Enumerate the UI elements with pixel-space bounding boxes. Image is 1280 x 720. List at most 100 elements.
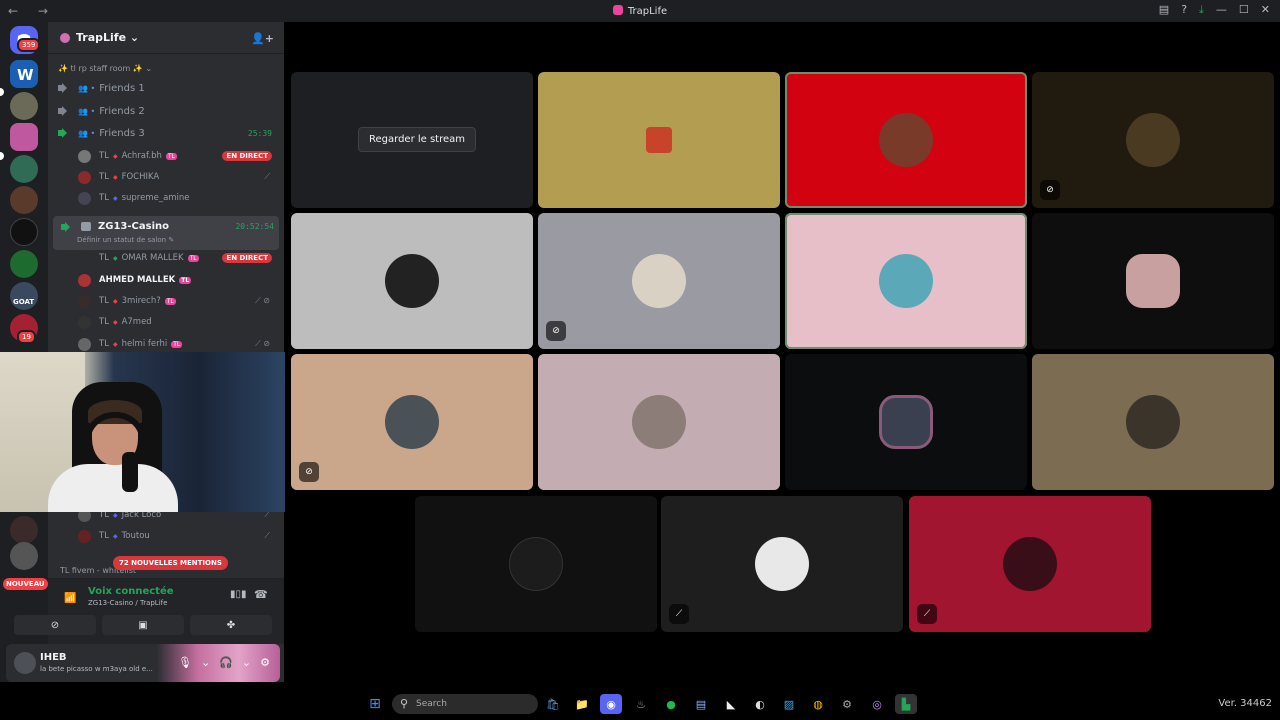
discord-taskbar-icon[interactable]: ◉ xyxy=(600,694,622,714)
help-icon[interactable]: ? xyxy=(1181,3,1187,17)
chevron-down-icon[interactable]: ⌄ xyxy=(242,656,251,669)
noise-suppression-icon[interactable]: ▮▯▮ xyxy=(230,589,247,600)
voice-user[interactable]: TL ◆ A7med xyxy=(78,313,276,331)
spotify-icon[interactable]: ● xyxy=(660,694,682,714)
server-icon-w[interactable]: W xyxy=(10,60,38,88)
avatar[interactable] xyxy=(14,652,36,674)
disconnect-icon[interactable]: ☎ xyxy=(254,588,268,601)
voice-user[interactable]: TL ◆ Toutou ⟋ xyxy=(78,527,276,545)
participant-tile[interactable]: ⟋ xyxy=(909,496,1151,632)
signal-icon[interactable]: 📶 xyxy=(64,593,76,604)
stream-tile[interactable]: Regarder le stream xyxy=(291,72,533,208)
close-button[interactable]: ✕ xyxy=(1261,3,1270,17)
participant-tile-speaking[interactable] xyxy=(785,72,1027,208)
avatar xyxy=(879,395,933,449)
photos-icon[interactable]: ▨ xyxy=(778,694,800,714)
avatar xyxy=(879,113,933,167)
activities-button[interactable]: ✤ xyxy=(190,615,272,635)
channel-timer: 25:39 xyxy=(247,128,272,138)
maximize-button[interactable]: ☐ xyxy=(1239,3,1249,17)
muted-deafened-icon: ⟋ ⊘ xyxy=(255,296,270,305)
voice-channel-friends-2[interactable]: 👥 • Friends 2 xyxy=(58,102,276,120)
server-icon[interactable] xyxy=(10,186,38,214)
voice-user[interactable]: TL ◆ OMAR MALLEK TL EN DIRECT xyxy=(78,249,276,267)
voice-user[interactable]: TL ◆ FOCHIKA ⟋ xyxy=(78,168,276,186)
participant-tile[interactable] xyxy=(538,72,780,208)
participant-tile[interactable] xyxy=(538,354,780,490)
server-icon[interactable] xyxy=(10,250,38,278)
avatar xyxy=(632,254,686,308)
inbox-icon[interactable]: ▤ xyxy=(1159,3,1169,17)
windows-start-icon[interactable]: ⊞ xyxy=(364,694,386,714)
avatar xyxy=(1126,254,1180,308)
username[interactable]: IHEB xyxy=(40,652,67,663)
version-label: Ver. 34462 xyxy=(1218,698,1272,709)
role-tag: TL xyxy=(179,276,192,284)
minimize-button[interactable]: — xyxy=(1216,3,1227,17)
voice-channel-zg13-casino[interactable]: ZG13-Casino Définir un statut de salon ✎… xyxy=(53,216,279,250)
camera-off-button[interactable]: ⊘ xyxy=(14,615,96,635)
participant-tile[interactable] xyxy=(291,213,533,349)
voice-user[interactable]: TL ◆ helmi ferhi TL ⟋ ⊘ xyxy=(78,335,276,353)
category-header[interactable]: ✨ tl rp staff room ✨ ⌄ xyxy=(58,64,152,73)
badge-icon: ◆ xyxy=(112,254,118,262)
microphone-icon[interactable]: 🎙 xyxy=(178,656,192,669)
participant-tile[interactable] xyxy=(415,496,657,632)
server-icon-traplife[interactable] xyxy=(10,123,38,151)
chrome-icon[interactable]: ◍ xyxy=(807,694,829,714)
app-icon[interactable]: ◐ xyxy=(749,694,771,714)
avatar xyxy=(78,149,91,163)
voice-status-title[interactable]: Voix connectée xyxy=(88,586,174,597)
voice-status-subtitle[interactable]: ZG13-Casino / TrapLife xyxy=(88,599,167,607)
participant-tile[interactable] xyxy=(1032,213,1274,349)
steam-icon[interactable]: ♨ xyxy=(630,694,652,714)
participant-tile[interactable]: ⊘ xyxy=(291,354,533,490)
settings-gear-icon[interactable]: ⚙ xyxy=(260,656,270,669)
headphones-icon[interactable]: 🎧 xyxy=(219,656,233,669)
voice-channel-friends-1[interactable]: 👥 • Friends 1 xyxy=(58,79,276,97)
server-name: TrapLife ⌄ xyxy=(76,31,140,44)
settings-gear-icon[interactable]: ⚙ xyxy=(836,694,858,714)
participant-tile[interactable]: ⊘ xyxy=(1032,72,1274,208)
server-icon[interactable] xyxy=(10,92,38,120)
notepad-icon[interactable]: ▤ xyxy=(690,694,712,714)
voice-user[interactable]: TL ◆ Achraf.bh TL EN DIRECT xyxy=(78,147,276,165)
participant-tile[interactable]: ⊘ xyxy=(538,213,780,349)
server-badge: 19 xyxy=(17,330,36,344)
server-header[interactable]: TrapLife ⌄ 👤+ xyxy=(48,22,284,54)
role-tag: TL xyxy=(187,254,199,262)
store-icon[interactable]: 🛍 xyxy=(542,694,564,714)
voice-user[interactable]: TL ◆ 3mirech? TL ⟋ ⊘ xyxy=(78,292,276,310)
voice-user[interactable]: AHMED MALLEK TL xyxy=(78,271,276,289)
server-icon[interactable] xyxy=(10,516,38,544)
taskbar-search[interactable]: Search xyxy=(392,694,538,714)
participant-tile-speaking[interactable] xyxy=(785,213,1027,349)
diamond-icon: ◆ xyxy=(112,318,118,326)
server-icon-goat[interactable]: GOAT xyxy=(10,282,38,310)
server-icon[interactable] xyxy=(10,218,38,246)
participant-tile[interactable]: ⟋ xyxy=(661,496,903,632)
download-icon[interactable]: ⤓ xyxy=(1199,3,1204,17)
screen-share-button[interactable]: ▣ xyxy=(102,615,184,635)
server-icon[interactable] xyxy=(10,542,38,570)
windows-taskbar: ⊞ Search 🛍 📁 ◉ ♨ ● ▤ ◣ ◐ ▨ ◍ ⚙ ◎ ▙ Ver. … xyxy=(0,688,1280,720)
app-icon[interactable]: ▙ xyxy=(895,694,917,714)
file-explorer-icon[interactable]: 📁 xyxy=(571,694,593,714)
participant-tile[interactable] xyxy=(1032,354,1274,490)
role-tag: TL xyxy=(165,152,177,160)
avatar xyxy=(78,273,91,287)
channel-status[interactable]: Définir un statut de salon ✎ xyxy=(77,236,174,244)
participant-tile[interactable] xyxy=(785,354,1027,490)
app-icon[interactable]: ◣ xyxy=(720,694,742,714)
app-icon[interactable]: ◎ xyxy=(866,694,888,714)
add-member-icon[interactable]: 👤+ xyxy=(251,32,274,45)
svg-text:W: W xyxy=(17,66,34,84)
new-mentions-button[interactable]: 72 NOUVELLES MENTIONS xyxy=(113,556,228,570)
server-icon[interactable] xyxy=(10,155,38,183)
voice-channel-friends-3[interactable]: 👥 • Friends 3 25:39 xyxy=(58,124,276,142)
chevron-down-icon[interactable]: ⌄ xyxy=(201,656,210,669)
unread-pill xyxy=(0,88,4,96)
new-badge: NOUVEAU xyxy=(3,578,48,590)
voice-user[interactable]: TL ◆ supreme_amine xyxy=(78,189,276,207)
watch-stream-button[interactable]: Regarder le stream xyxy=(358,127,477,152)
